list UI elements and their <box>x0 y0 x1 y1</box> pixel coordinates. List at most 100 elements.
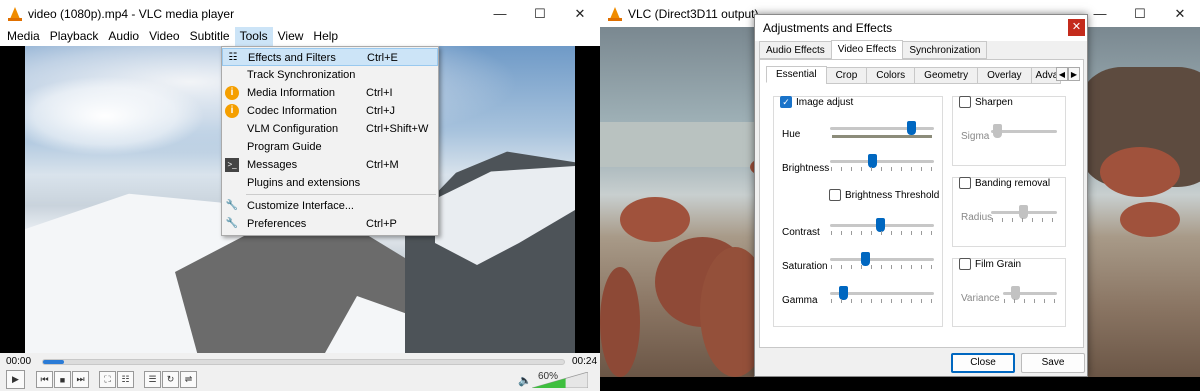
radius-ticks <box>992 218 1057 222</box>
menu-item-customize-interface[interactable]: 🔧 Customize Interface... <box>222 197 438 215</box>
speaker-icon[interactable]: 🔈 <box>518 374 532 387</box>
menu-help[interactable]: Help <box>308 27 343 46</box>
menu-item-codec-information[interactable]: i Codec Information Ctrl+J <box>222 102 438 120</box>
tools-menu-dropdown: ☷ Effects and Filters Ctrl+E Track Synch… <box>221 46 439 236</box>
variance-slider-thumb[interactable] <box>1011 286 1020 300</box>
brightness-slider-thumb[interactable] <box>868 154 877 168</box>
menu-item-shortcut: Ctrl+J <box>366 105 396 117</box>
volume-percent: 60% <box>538 371 559 382</box>
film-grain-group: Film Grain Variance <box>952 258 1066 327</box>
brightness-slider[interactable] <box>830 160 934 163</box>
menu-playback[interactable]: Playback <box>45 27 104 46</box>
menu-item-plugins-and-extensions[interactable]: Plugins and extensions <box>222 174 438 192</box>
gamma-label: Gamma <box>782 295 818 306</box>
menu-bar: Media Playback Audio Video Subtitle Tool… <box>0 27 600 46</box>
tab-colors[interactable]: Colors <box>866 67 916 84</box>
menu-item-label: Plugins and extensions <box>247 177 361 189</box>
film-grain-label: Film Grain <box>975 259 1022 270</box>
sigma-label: Sigma <box>961 131 990 142</box>
menu-separator <box>246 194 436 195</box>
loop-button[interactable]: ↻ <box>162 371 179 388</box>
saturation-slider[interactable] <box>830 258 934 261</box>
hue-slider[interactable] <box>830 127 934 130</box>
film-grain-checkbox[interactable] <box>959 258 971 270</box>
tab-scroll-right-icon[interactable]: ▶ <box>1068 67 1080 81</box>
seek-bar[interactable] <box>42 359 565 365</box>
fullscreen-button[interactable]: ⛶ <box>99 371 116 388</box>
variance-label: Variance <box>961 293 1000 304</box>
sharpen-label: Sharpen <box>975 97 1013 108</box>
menu-item-shortcut: Ctrl+I <box>366 87 393 99</box>
playback-controls: 00:00 00:24 ▶ ⏮ ■ ⏭ ⛶ ☷ ☰ ↻ ⇌ 🔈 60% <box>0 353 600 391</box>
info-icon: i <box>225 86 239 100</box>
hue-spectrum-bar <box>832 135 932 138</box>
sharpen-checkbox[interactable] <box>959 96 971 108</box>
radius-slider-thumb[interactable] <box>1019 205 1028 219</box>
sigma-slider-thumb[interactable] <box>993 124 1002 138</box>
image-adjust-group: ✓ Image adjust Hue Brightness Brightness… <box>773 96 943 327</box>
title-bar: video (1080p).mp4 - VLC media player — ☐… <box>0 0 600 27</box>
adjustments-effects-dialog: Adjustments and Effects ✕ Audio Effects … <box>754 14 1088 377</box>
image-adjust-checkbox[interactable]: ✓ <box>780 96 792 108</box>
hue-slider-thumb[interactable] <box>907 121 916 135</box>
menu-item-shortcut: Ctrl+M <box>366 159 399 171</box>
sub-tabs: Essential Crop Colors Geometry Overlay A… <box>766 66 1061 84</box>
menu-view[interactable]: View <box>273 27 309 46</box>
tab-synchronization[interactable]: Synchronization <box>902 41 988 59</box>
wrench-icon: 🔧 <box>225 200 239 211</box>
menu-item-effects-and-filters[interactable]: ☷ Effects and Filters Ctrl+E <box>222 48 438 66</box>
gamma-slider-thumb[interactable] <box>839 286 848 300</box>
gamma-ticks <box>831 299 934 303</box>
hue-label: Hue <box>782 129 801 140</box>
previous-button[interactable]: ⏮ <box>36 371 53 388</box>
sliders-icon: ☷ <box>228 52 238 63</box>
shuffle-button[interactable]: ⇌ <box>180 371 197 388</box>
banding-removal-checkbox[interactable] <box>959 177 971 189</box>
seek-progress <box>43 360 64 364</box>
contrast-slider-thumb[interactable] <box>876 218 885 232</box>
playlist-button[interactable]: ☰ <box>144 371 161 388</box>
close-icon[interactable]: ✕ <box>1160 0 1200 27</box>
menu-item-program-guide[interactable]: Program Guide <box>222 138 438 156</box>
saturation-slider-thumb[interactable] <box>861 252 870 266</box>
maximize-icon[interactable]: ☐ <box>1120 0 1160 27</box>
brightness-threshold-checkbox[interactable] <box>829 189 841 201</box>
tab-audio-effects[interactable]: Audio Effects <box>759 41 832 59</box>
maximize-icon[interactable]: ☐ <box>520 0 560 27</box>
menu-item-track-synchronization[interactable]: Track Synchronization <box>222 66 438 84</box>
tab-essential[interactable]: Essential <box>766 66 827 83</box>
play-button[interactable]: ▶ <box>6 370 25 389</box>
menu-item-label: Customize Interface... <box>247 200 354 212</box>
elapsed-time: 00:00 <box>6 356 32 367</box>
menu-item-label: VLM Configuration <box>247 123 339 135</box>
menu-item-media-information[interactable]: i Media Information Ctrl+I <box>222 84 438 102</box>
stop-button[interactable]: ■ <box>54 371 71 388</box>
extended-settings-button[interactable]: ☷ <box>117 371 134 388</box>
menu-subtitle[interactable]: Subtitle <box>185 27 235 46</box>
tab-overlay[interactable]: Overlay <box>977 67 1032 84</box>
banding-removal-label: Banding removal <box>975 178 1051 189</box>
menu-video[interactable]: Video <box>144 27 184 46</box>
next-button[interactable]: ⏭ <box>72 371 89 388</box>
menu-item-preferences[interactable]: 🔧 Preferences Ctrl+P <box>222 215 438 233</box>
menu-item-label: Media Information <box>247 87 336 99</box>
menu-media[interactable]: Media <box>2 27 45 46</box>
close-icon[interactable]: ✕ <box>1068 19 1085 36</box>
menu-tools[interactable]: Tools <box>234 27 273 46</box>
menu-audio[interactable]: Audio <box>103 27 144 46</box>
tab-crop[interactable]: Crop <box>825 67 868 84</box>
menu-item-vlm-configuration[interactable]: VLM Configuration Ctrl+Shift+W <box>222 120 438 138</box>
tab-video-effects[interactable]: Video Effects <box>830 40 904 60</box>
tab-geometry[interactable]: Geometry <box>914 67 979 84</box>
tab-scroll-left-icon[interactable]: ◀ <box>1056 67 1068 81</box>
close-icon[interactable]: ✕ <box>560 0 600 27</box>
dialog-title: Adjustments and Effects <box>755 15 1087 41</box>
brightness-label: Brightness <box>782 163 830 174</box>
minimize-icon[interactable]: — <box>480 0 520 27</box>
sharpen-group: Sharpen Sigma <box>952 96 1066 166</box>
menu-item-label: Track Synchronization <box>247 69 356 81</box>
save-button[interactable]: Save <box>1021 353 1085 373</box>
close-button[interactable]: Close <box>951 353 1015 373</box>
banding-removal-group: Banding removal Radius <box>952 177 1066 247</box>
menu-item-messages[interactable]: >_ Messages Ctrl+M <box>222 156 438 174</box>
